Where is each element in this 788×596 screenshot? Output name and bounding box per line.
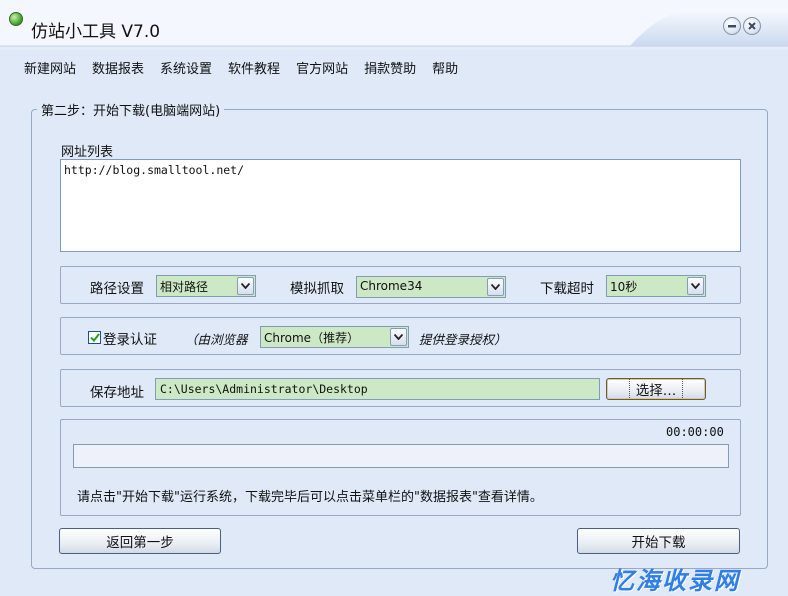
crawl-mode-label: 模拟抓取 — [290, 281, 344, 297]
menu-item-official-site[interactable]: 官方网站 — [288, 56, 356, 79]
menu-bar: 新建网站 数据报表 系统设置 软件教程 官方网站 捐款赞助 帮助 — [16, 56, 466, 79]
url-list-textarea[interactable]: http://blog.smalltool.net/ — [60, 159, 741, 252]
crawl-mode-value: Chrome34 — [360, 279, 423, 293]
timeout-select[interactable]: 10秒 — [606, 275, 706, 297]
instruction-text: 请点击"开始下载"运行系统，下载完毕后可以点击菜单栏的"数据报表"查看详情。 — [77, 490, 543, 505]
login-hint-prefix: （由浏览器 — [185, 332, 248, 347]
browser-select[interactable]: Chrome（推荐） — [260, 326, 409, 348]
menu-item-donate[interactable]: 捐款赞助 — [356, 56, 424, 79]
close-icon[interactable] — [743, 17, 761, 35]
back-to-step-one-button[interactable]: 返回第一步 — [59, 528, 221, 554]
login-hint-suffix: 提供登录授权） — [419, 332, 507, 347]
path-setting-label: 路径设置 — [90, 281, 144, 297]
save-path-label: 保存地址 — [90, 385, 144, 401]
title-bar: 仿站小工具 V7.0 — [0, 0, 788, 50]
path-setting-value: 相对路径 — [160, 280, 209, 294]
login-auth-checkbox[interactable] — [88, 331, 101, 344]
app-icon — [9, 12, 23, 26]
chevron-down-icon — [390, 328, 407, 346]
menu-item-new-site[interactable]: 新建网站 — [16, 56, 84, 79]
browser-value: Chrome（推荐） — [264, 331, 360, 345]
checkmark-icon — [89, 333, 100, 342]
timeout-value: 10秒 — [610, 280, 638, 294]
window-title: 仿站小工具 V7.0 — [31, 22, 161, 42]
menu-item-help[interactable]: 帮助 — [424, 56, 466, 79]
path-setting-select[interactable]: 相对路径 — [156, 275, 256, 297]
watermark-logo: 忆海收录网 — [610, 567, 740, 595]
save-path-input[interactable]: C:\Users\Administrator\Desktop — [155, 378, 600, 400]
login-auth-label: 登录认证 — [103, 332, 157, 348]
choose-folder-button[interactable]: 选择… — [606, 378, 706, 400]
group-title: 第二步：开始下载(电脑端网站) — [37, 100, 225, 119]
menu-item-tutorial[interactable]: 软件教程 — [220, 56, 288, 79]
timeout-label: 下载超时 — [540, 281, 594, 297]
menu-item-system-settings[interactable]: 系统设置 — [152, 56, 220, 79]
choose-folder-label: 选择… — [628, 378, 684, 400]
elapsed-time: 00:00:00 — [666, 425, 724, 439]
download-progress-bar — [73, 444, 729, 468]
url-list-label: 网址列表 — [61, 145, 114, 160]
chevron-down-icon — [487, 278, 504, 296]
minimize-icon[interactable] — [723, 17, 741, 35]
chevron-down-icon — [237, 277, 254, 295]
crawl-mode-select[interactable]: Chrome34 — [356, 276, 506, 298]
chevron-down-icon — [687, 277, 704, 295]
start-download-button[interactable]: 开始下载 — [577, 528, 740, 554]
menu-item-data-report[interactable]: 数据报表 — [84, 56, 152, 79]
